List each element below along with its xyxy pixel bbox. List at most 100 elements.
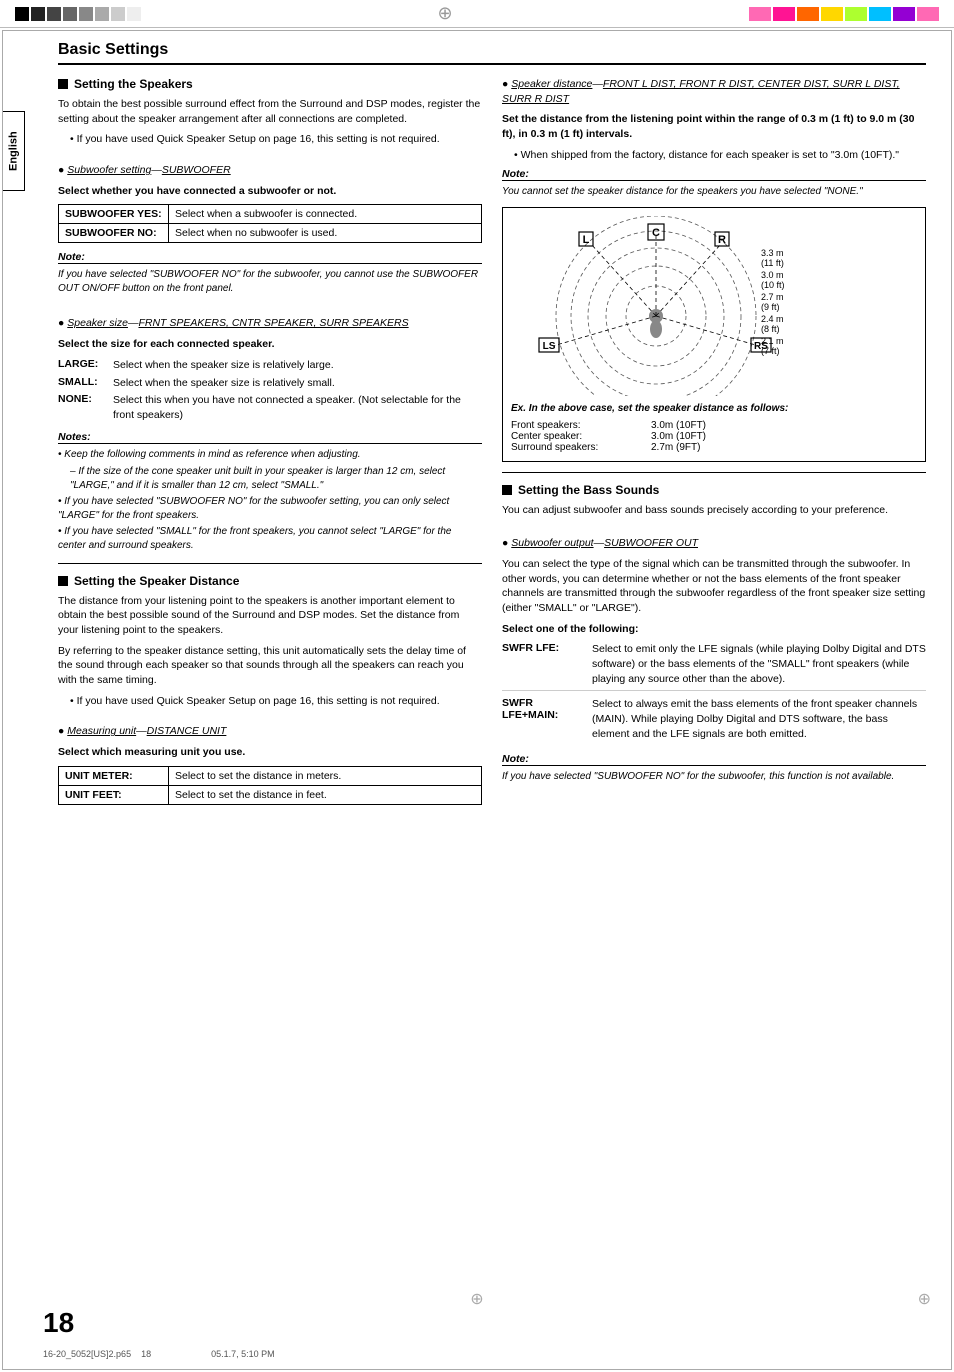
svg-text:(7 ft): (7 ft) xyxy=(761,346,780,356)
left-column: Setting the Speakers To obtain the best … xyxy=(58,77,482,813)
front-speakers-row: Front speakers: 3.0m (10FT) xyxy=(511,420,917,431)
notes2-title: Notes: xyxy=(58,431,482,444)
notes2-item1: • Keep the following comments in mind as… xyxy=(58,448,482,462)
black-square-icon xyxy=(58,79,68,89)
subwoofer-yes-label: SUBWOOFER YES: xyxy=(59,205,169,223)
subwoofer-bold: Select whether you have connected a subw… xyxy=(58,184,482,199)
svg-text:(11 ft): (11 ft) xyxy=(761,258,784,268)
note1-box: Note: If you have selected "SUBWOOFER NO… xyxy=(58,251,482,296)
unit-feet-label: UNIT FEET: xyxy=(59,786,169,804)
svg-text:(10 ft): (10 ft) xyxy=(761,280,785,290)
section-separator-right xyxy=(502,472,926,473)
subwoofer-setting-name: ● Subwoofer setting—SUBWOOFER xyxy=(58,163,482,178)
measuring-unit-bold: Select which measuring unit you use. xyxy=(58,745,482,760)
measuring-unit-table: UNIT METER: Select to set the distance i… xyxy=(58,766,482,805)
front-speakers-value: 3.0m (10FT) xyxy=(651,420,917,431)
subwoofer-output-name: ● Subwoofer output—SUBWOOFER OUT xyxy=(502,536,926,551)
svg-text:L: L xyxy=(583,234,590,246)
distance-bullet1: If you have used Quick Speaker Setup on … xyxy=(70,694,482,709)
svg-text:(8 ft): (8 ft) xyxy=(761,324,780,334)
subsection-speakers-title: Setting the Speakers xyxy=(58,77,482,91)
deco-bar-right xyxy=(749,7,939,21)
unit-meter-desc: Select to set the distance in meters. xyxy=(169,767,481,785)
swfr-lfe-desc: Select to emit only the LFE signals (whi… xyxy=(592,642,926,686)
swfr-lfe-main-label: SWFR LFE+MAIN: xyxy=(502,697,592,741)
right-column: ● Speaker distance—FRONT L DIST, FRONT R… xyxy=(502,77,926,813)
speaker-diagram-svg: C L R LS RS 3.3 m xyxy=(511,216,801,396)
subsection-distance-title: Setting the Speaker Distance xyxy=(58,574,482,588)
notes2-item2: – If the size of the cone speaker unit b… xyxy=(70,465,482,493)
speaker-size-options: LARGE: Select when the speaker size is r… xyxy=(58,358,482,423)
deco-bar-left xyxy=(15,7,141,21)
speakers-intro: To obtain the best possible surround eff… xyxy=(58,97,482,126)
speakers-bullet1: If you have used Quick Speaker Setup on … xyxy=(70,132,482,147)
notes2-item4: • If you have selected "SMALL" for the f… xyxy=(58,525,482,553)
subwoofer-no-desc: Select when no subwoofer is used. xyxy=(169,224,481,242)
small-label: SMALL: xyxy=(58,376,113,391)
surround-speakers-value: 2.7m (9FT) xyxy=(651,442,917,453)
unit-meter-label: UNIT METER: xyxy=(59,767,169,785)
front-speakers-label: Front speakers: xyxy=(511,420,641,431)
subwoofer-yes-row: SUBWOOFER YES: Select when a subwoofer i… xyxy=(59,205,481,224)
subwoofer-yes-desc: Select when a subwoofer is connected. xyxy=(169,205,481,223)
center-speaker-value: 3.0m (10FT) xyxy=(651,431,917,442)
note3-box: Note: You cannot set the speaker distanc… xyxy=(502,168,926,199)
distance-para2: By referring to the speaker distance set… xyxy=(58,644,482,688)
note3-text: You cannot set the speaker distance for … xyxy=(502,185,926,199)
note4-box: Note: If you have selected "SUBWOOFER NO… xyxy=(502,753,926,784)
crosshair-icon: ⊕ xyxy=(437,3,452,24)
none-row: NONE: Select this when you have not conn… xyxy=(58,393,482,422)
page-number: 18 xyxy=(43,1307,74,1339)
large-desc: Select when the speaker size is relative… xyxy=(113,358,482,373)
diagram-caption: Ex. In the above case, set the speaker d… xyxy=(511,403,917,414)
section-title: Basic Settings xyxy=(58,41,926,65)
black-square-icon2 xyxy=(58,576,68,586)
black-square-icon3 xyxy=(502,485,512,495)
bottom-crosshair-icon: ⊕ xyxy=(470,1291,483,1308)
language-tab: English xyxy=(3,111,25,191)
svg-text:(9 ft): (9 ft) xyxy=(761,302,780,312)
center-speaker-row: Center speaker: 3.0m (10FT) xyxy=(511,431,917,442)
note4-title: Note: xyxy=(502,753,926,766)
subwoofer-no-row: SUBWOOFER NO: Select when no subwoofer i… xyxy=(59,224,481,242)
speaker-distance-name: ● Speaker distance—FRONT L DIST, FRONT R… xyxy=(502,77,926,106)
speaker-distance-bullet1: When shipped from the factory, distance … xyxy=(514,148,926,163)
distance-para1: The distance from your listening point t… xyxy=(58,594,482,638)
svg-text:2.7 m: 2.7 m xyxy=(761,292,784,302)
none-desc: Select this when you have not connected … xyxy=(113,393,482,422)
unit-meter-row: UNIT METER: Select to set the distance i… xyxy=(59,767,481,786)
bottom-right-crosshair-icon: ⊕ xyxy=(918,1291,931,1308)
speaker-size-bold: Select the size for each connected speak… xyxy=(58,337,482,352)
subwoofer-output-desc: You can select the type of the signal wh… xyxy=(502,557,926,616)
swfr-lfe-label: SWFR LFE: xyxy=(502,642,592,686)
note1-title: Note: xyxy=(58,251,482,264)
small-desc: Select when the speaker size is relative… xyxy=(113,376,482,391)
svg-text:3.0 m: 3.0 m xyxy=(761,270,784,280)
speaker-size-name: ● Speaker size—FRNT SPEAKERS, CNTR SPEAK… xyxy=(58,316,482,331)
notes2-box: Notes: • Keep the following comments in … xyxy=(58,431,482,553)
note3-title: Note: xyxy=(502,168,926,181)
center-speaker-label: Center speaker: xyxy=(511,431,641,442)
svg-text:3.3 m: 3.3 m xyxy=(761,248,784,258)
swfr-lfe-main-desc: Select to always emit the bass elements … xyxy=(592,697,926,741)
notes2-item3: • If you have selected "SUBWOOFER NO" fo… xyxy=(58,495,482,523)
large-row: LARGE: Select when the speaker size is r… xyxy=(58,358,482,373)
small-row: SMALL: Select when the speaker size is r… xyxy=(58,376,482,391)
subwoofer-no-label: SUBWOOFER NO: xyxy=(59,224,169,242)
speaker-distance-bold: Set the distance from the listening poin… xyxy=(502,112,926,141)
unit-feet-row: UNIT FEET: Select to set the distance in… xyxy=(59,786,481,804)
measuring-unit-name: ● Measuring unit—DISTANCE UNIT xyxy=(58,724,482,739)
subsection-bass-title: Setting the Bass Sounds xyxy=(502,483,926,497)
svg-text:LS: LS xyxy=(543,341,556,352)
note4-text: If you have selected "SUBWOOFER NO" for … xyxy=(502,770,926,784)
subwoofer-options-table: SUBWOOFER YES: Select when a subwoofer i… xyxy=(58,204,482,243)
footer-info: 16-20_5052[US]2.p65 18 05.1.7, 5:10 PM xyxy=(43,1349,275,1359)
speaker-diagram: C L R LS RS 3.3 m xyxy=(502,207,926,462)
svg-text:R: R xyxy=(718,234,726,246)
section-separator xyxy=(58,563,482,564)
surround-speakers-row: Surround speakers: 2.7m (9FT) xyxy=(511,442,917,453)
swfr-lfe-row: SWFR LFE: Select to emit only the LFE si… xyxy=(502,642,926,691)
swfr-table: SWFR LFE: Select to emit only the LFE si… xyxy=(502,642,926,745)
swfr-lfe-main-row: SWFR LFE+MAIN: Select to always emit the… xyxy=(502,697,926,745)
bass-intro: You can adjust subwoofer and bass sounds… xyxy=(502,503,926,518)
